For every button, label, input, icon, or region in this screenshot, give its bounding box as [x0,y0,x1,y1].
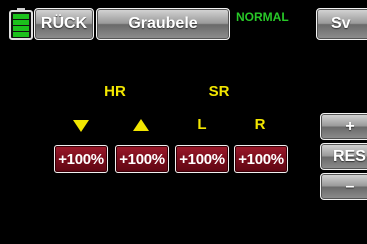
back-button-label: RÜCK [40,15,88,32]
value-box-elevator-down[interactable]: +100% [54,145,108,173]
decrement-button[interactable]: – [320,173,367,200]
increment-button[interactable]: + [320,113,367,140]
value-text: +100% [58,150,104,168]
up-arrow-icon [133,119,149,131]
value-box-rudder-right[interactable]: +100% [234,145,288,173]
group-label-sr: SR [208,83,230,100]
value-box-rudder-left[interactable]: +100% [175,145,229,173]
reset-label: RES [333,147,366,165]
value-text: +100% [238,150,284,168]
model-name-button[interactable]: Graubele [96,8,230,40]
reset-button[interactable]: RES [320,143,367,170]
group-label-hr: HR [104,83,126,100]
save-button-label: Sv [331,15,351,32]
minus-label: – [345,177,355,195]
save-button[interactable]: Sv [316,8,367,40]
indicator-right: R [254,116,266,133]
battery-icon [9,8,33,40]
model-name-label: Graubele [128,15,198,32]
value-box-elevator-up[interactable]: +100% [115,145,169,173]
indicator-left: L [197,116,207,133]
plus-label: + [345,117,355,135]
value-text: +100% [119,150,165,168]
down-arrow-icon [73,120,89,132]
back-button[interactable]: RÜCK [34,8,94,40]
flight-phase-label: NORMAL [236,10,289,24]
value-text: +100% [179,150,225,168]
